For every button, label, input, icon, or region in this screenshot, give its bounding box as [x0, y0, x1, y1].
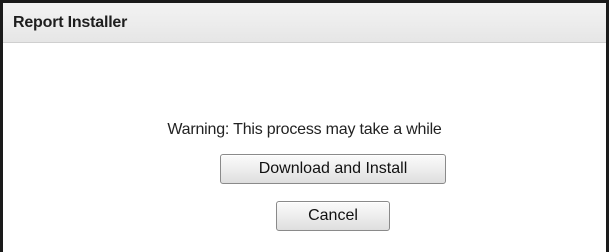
dialog-title: Report Installer	[13, 13, 128, 31]
cancel-button[interactable]: Cancel	[276, 201, 390, 231]
dialog-titlebar: Report Installer	[3, 3, 606, 43]
dialog-body: Warning: This process may take a while D…	[3, 43, 606, 252]
download-and-install-button[interactable]: Download and Install	[220, 154, 446, 184]
report-installer-dialog: Report Installer Warning: This process m…	[0, 0, 609, 252]
warning-message: Warning: This process may take a while	[167, 121, 442, 138]
